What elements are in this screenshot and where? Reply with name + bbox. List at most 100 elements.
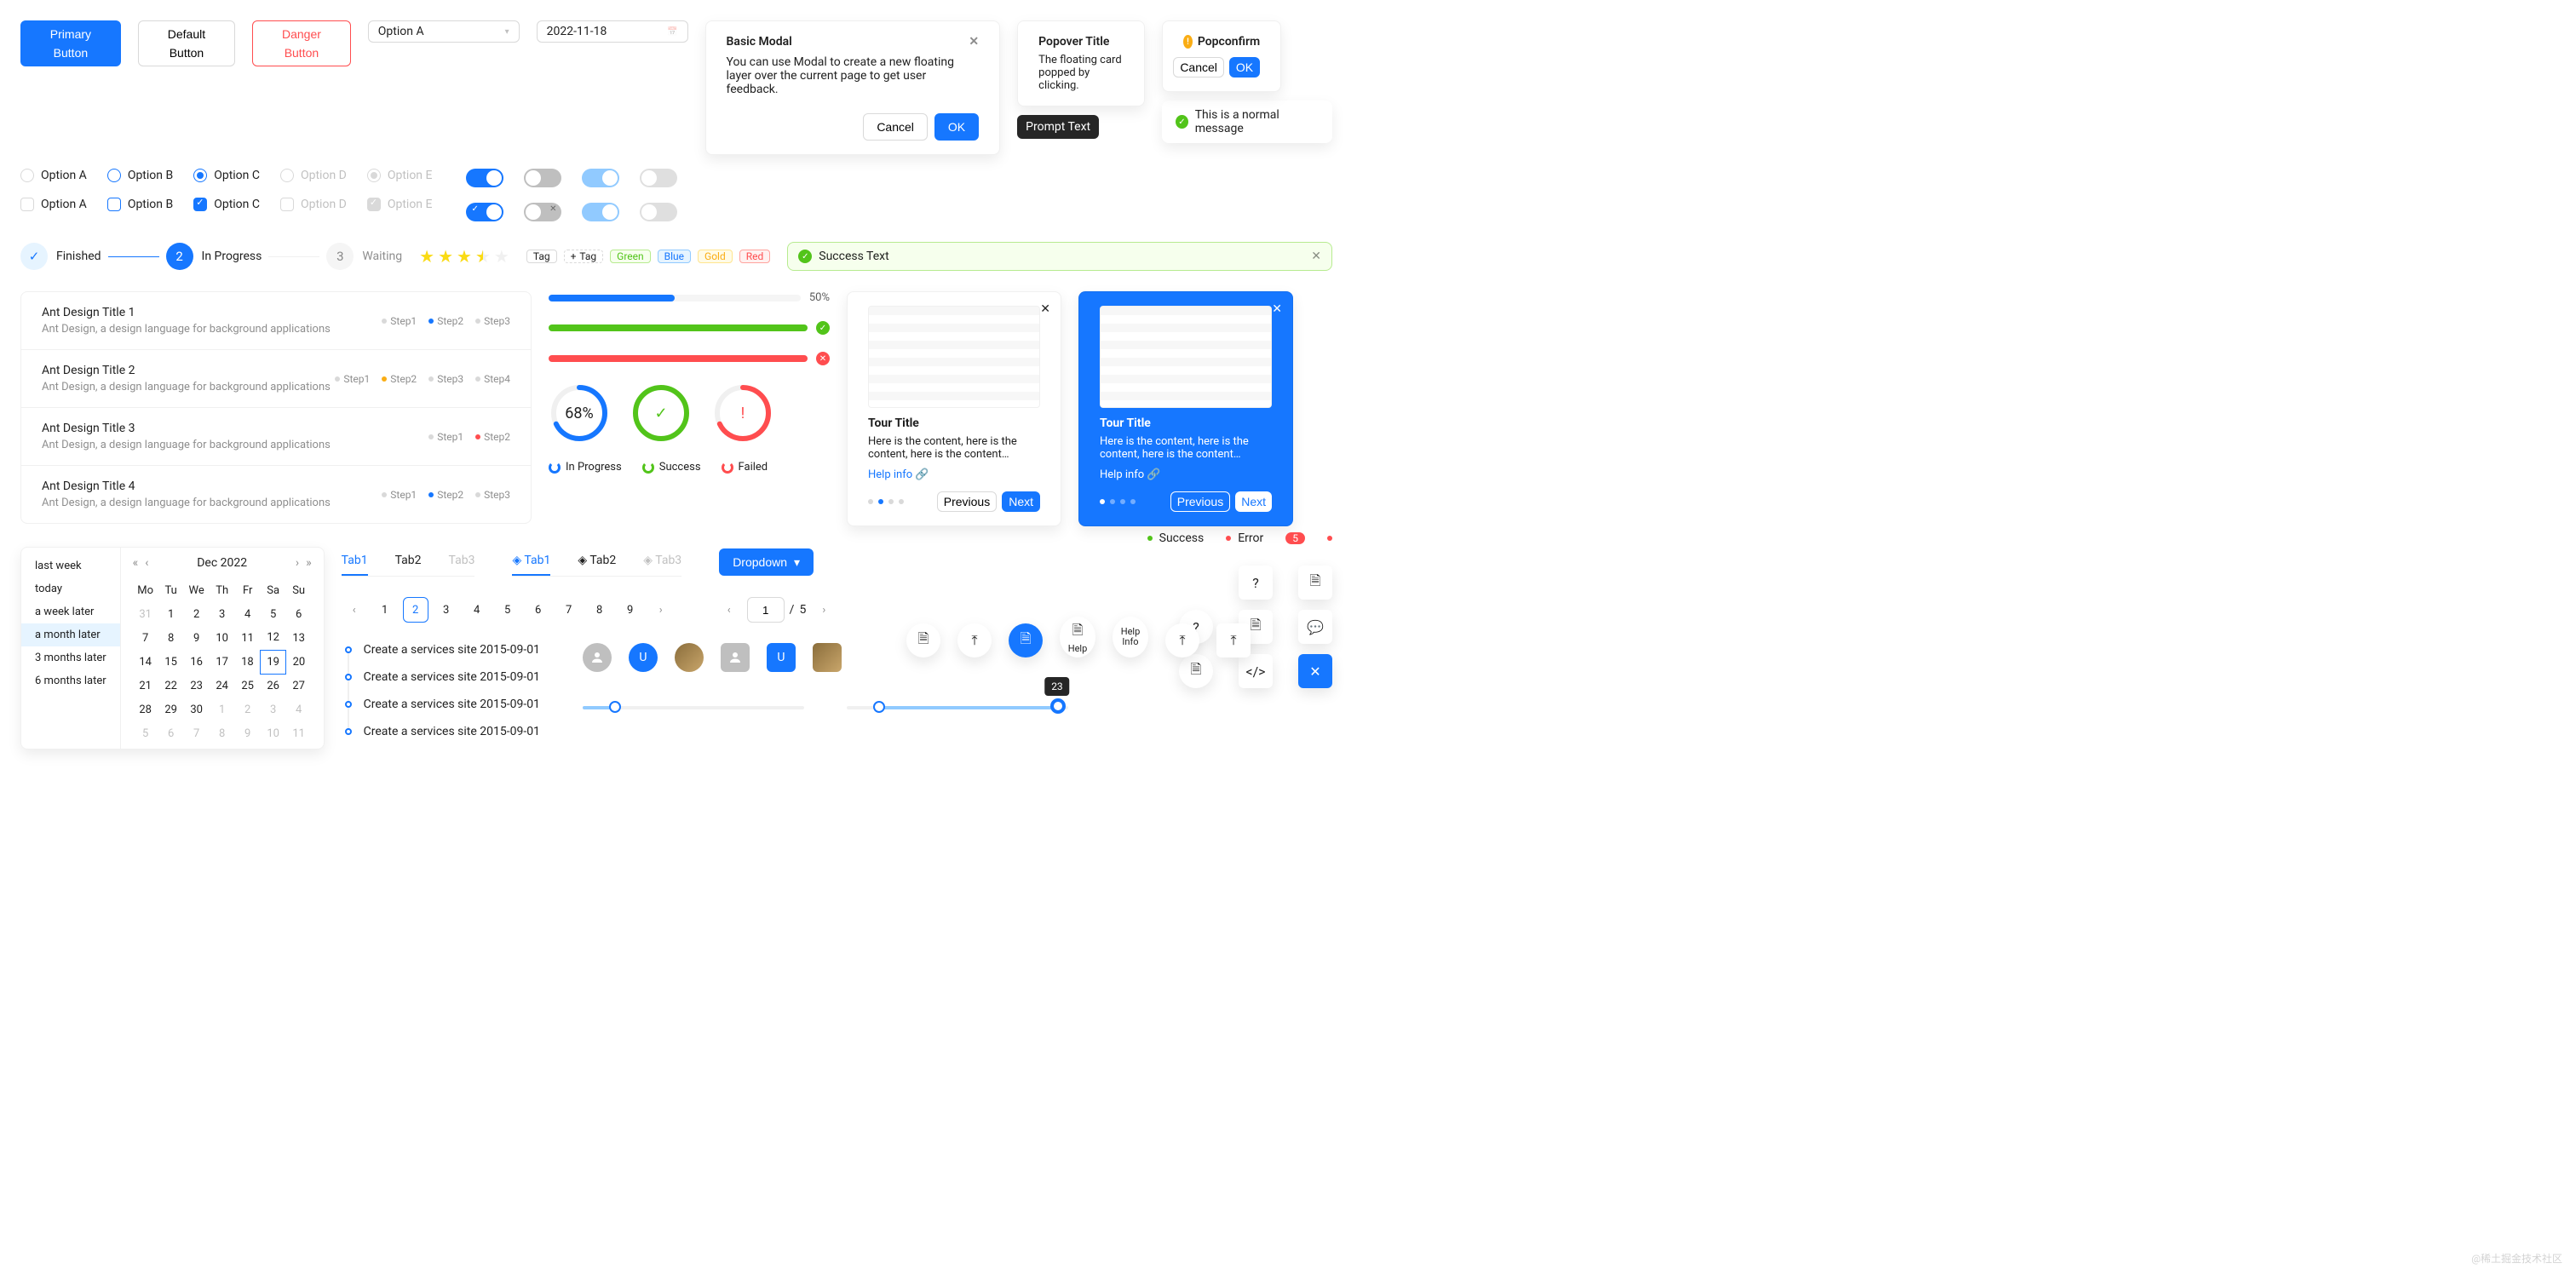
float-comment-icon[interactable]: 💬 (1298, 610, 1332, 644)
calendar-range-item[interactable]: 6 months later (21, 669, 120, 692)
pager-item[interactable]: 1 (372, 597, 398, 623)
calendar-day[interactable]: 7 (184, 721, 210, 745)
calendar-day[interactable]: 2 (235, 698, 261, 721)
float-help-icon[interactable]: ? (1239, 566, 1273, 600)
calendar-day[interactable]: 9 (235, 721, 261, 745)
pager-item[interactable]: 8 (587, 597, 612, 623)
switch-light-on[interactable] (582, 169, 619, 187)
calendar-day[interactable]: 31 (133, 602, 158, 626)
list-item[interactable]: Ant Design Title 1Ant Design, a design l… (21, 292, 531, 350)
float-back-top-icon[interactable]: ⤒ (1165, 623, 1199, 657)
modal-cancel-button[interactable]: Cancel (863, 113, 928, 141)
float-back-top-icon[interactable]: ⤒ (1216, 623, 1251, 657)
tag-red[interactable]: Red (739, 250, 771, 263)
calendar-day[interactable]: 11 (235, 626, 261, 650)
calendar-day[interactable]: 20 (286, 650, 312, 674)
calendar-day[interactable]: 28 (133, 698, 158, 721)
tour-help-link[interactable]: Help info 🔗 (868, 468, 929, 481)
float-help-labeled[interactable]: 🗎Help (1060, 617, 1095, 657)
tour-prev[interactable]: Previous (937, 491, 997, 512)
pager-prev[interactable]: ‹ (716, 597, 742, 623)
switch-check-on[interactable]: ✓ (466, 203, 503, 221)
tag[interactable]: Tag (526, 250, 557, 263)
close-icon[interactable]: ✕ (969, 35, 979, 49)
float-help-info[interactable]: Help Info (1113, 617, 1148, 657)
calendar-day[interactable]: 8 (158, 626, 184, 650)
calendar-day[interactable]: 15 (158, 650, 184, 674)
calendar-day[interactable]: 25 (235, 674, 261, 698)
tour-help-link[interactable]: Help info 🔗 (1100, 468, 1161, 481)
calendar-day[interactable]: 6 (158, 721, 184, 745)
tag-green[interactable]: Green (610, 250, 650, 263)
check-b[interactable]: Option B (107, 198, 173, 211)
tab-item[interactable]: ◈ Tab1 (512, 547, 550, 576)
pager-item[interactable]: 2 (403, 597, 428, 623)
calendar-day[interactable]: 1 (210, 698, 235, 721)
float-file-icon[interactable]: 🗎 (1298, 566, 1332, 600)
date-picker[interactable]: 2022-11-18 📅 (537, 20, 688, 43)
calendar-day[interactable]: 17 (210, 650, 235, 674)
calendar-day[interactable]: 18 (235, 650, 261, 674)
slider-single[interactable] (583, 706, 804, 709)
pager-item[interactable]: 5 (495, 597, 520, 623)
calendar-day[interactable]: 12 (261, 626, 286, 650)
calendar-day[interactable]: 5 (261, 602, 286, 626)
close-icon[interactable]: ✕ (1272, 302, 1282, 316)
calendar-day[interactable]: 11 (286, 721, 312, 745)
calendar-day[interactable]: 23 (184, 674, 210, 698)
radio-a[interactable]: Option A (20, 169, 87, 182)
star-empty-icon[interactable]: ★ (494, 246, 509, 267)
cal-next-year[interactable]: » (306, 556, 312, 570)
calendar-day[interactable]: 3 (210, 602, 235, 626)
calendar-day[interactable]: 21 (133, 674, 158, 698)
calendar-grid[interactable]: MoTuWeThFrSaSu31123456789101112131415161… (133, 578, 312, 745)
star-icon[interactable]: ★ (438, 246, 453, 267)
popconfirm-cancel[interactable]: Cancel (1173, 57, 1224, 78)
tour-prev[interactable]: Previous (1170, 491, 1230, 512)
float-code-icon[interactable]: </> (1239, 654, 1273, 688)
tag-blue[interactable]: Blue (658, 250, 691, 263)
calendar-day[interactable]: 27 (286, 674, 312, 698)
calendar-day[interactable]: 30 (184, 698, 210, 721)
float-file-icon[interactable]: 🗎 (906, 623, 940, 657)
calendar-day[interactable]: 6 (286, 602, 312, 626)
pager-input[interactable] (747, 597, 785, 623)
pager-item[interactable]: 4 (464, 597, 490, 623)
calendar-day[interactable]: 29 (158, 698, 184, 721)
radio-c[interactable]: Option C (193, 169, 260, 182)
tab-item[interactable]: Tab2 (395, 547, 422, 576)
default-button[interactable]: Default Button (138, 20, 235, 66)
list-item[interactable]: Ant Design Title 3Ant Design, a design l… (21, 408, 531, 466)
pager-next[interactable]: › (648, 597, 674, 623)
modal-ok-button[interactable]: OK (934, 113, 979, 141)
switch-light-on-2[interactable] (582, 203, 619, 221)
pager-prev[interactable]: ‹ (342, 597, 367, 623)
pager-next[interactable]: › (811, 597, 837, 623)
switch-on[interactable] (466, 169, 503, 187)
calendar-day[interactable]: 1 (158, 602, 184, 626)
switch-off[interactable] (524, 169, 561, 187)
list-item[interactable]: Ant Design Title 2Ant Design, a design l… (21, 350, 531, 408)
popconfirm-ok[interactable]: OK (1229, 57, 1260, 78)
star-icon[interactable]: ★ (419, 246, 434, 267)
pager-item[interactable]: 7 (556, 597, 582, 623)
slider-range[interactable]: 23 (847, 706, 1068, 709)
calendar-day[interactable]: 8 (210, 721, 235, 745)
pager-item[interactable]: 6 (526, 597, 551, 623)
calendar-day[interactable]: 5 (133, 721, 158, 745)
calendar-day[interactable]: 10 (261, 721, 286, 745)
rate[interactable]: ★★★★★★ (419, 246, 509, 267)
calendar-day[interactable]: 14 (133, 650, 158, 674)
cal-prev-year[interactable]: « (133, 556, 139, 570)
calendar-day[interactable]: 9 (184, 626, 210, 650)
radio-b[interactable]: Option B (107, 169, 173, 182)
calendar-day[interactable]: 16 (184, 650, 210, 674)
calendar-day[interactable]: 13 (286, 626, 312, 650)
calendar-range-item[interactable]: a week later (21, 600, 120, 623)
calendar-day[interactable]: 19 (261, 650, 286, 674)
tab-item[interactable]: Tab1 (342, 547, 368, 576)
float-close-icon[interactable]: ✕ (1298, 654, 1332, 688)
switch-check-off[interactable]: ✕ (524, 203, 561, 221)
calendar-day[interactable]: 26 (261, 674, 286, 698)
star-icon[interactable]: ★ (457, 246, 472, 267)
